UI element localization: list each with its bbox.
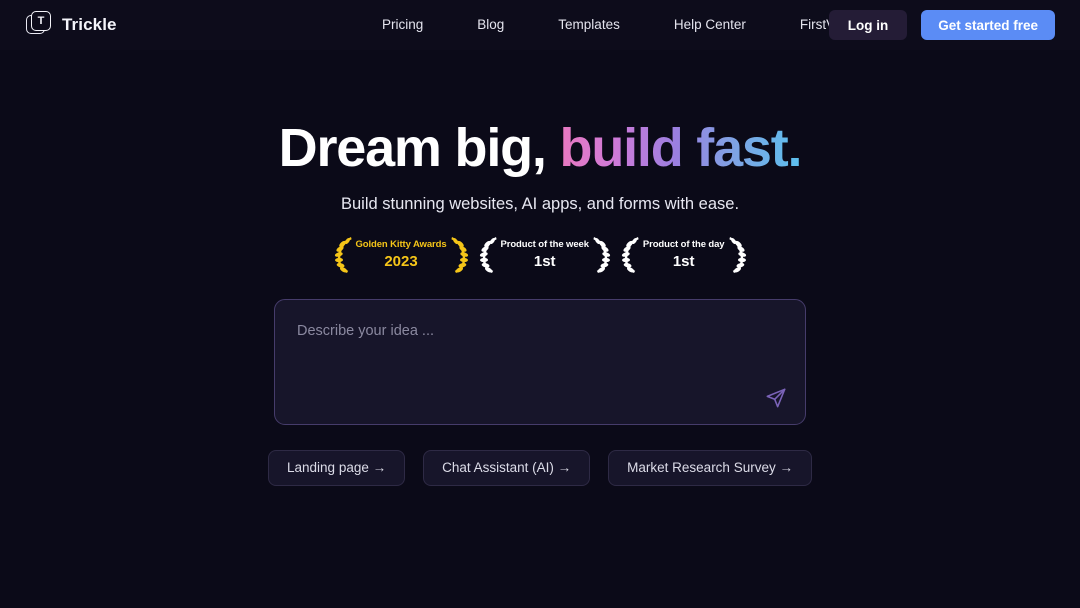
award-rank: 1st (533, 252, 556, 270)
award-badge-text: Product of the week 1st (501, 240, 589, 269)
brand-logo[interactable]: T Trickle (26, 11, 117, 38)
suggestion-chip-market-research[interactable]: Market Research Survey → (608, 449, 812, 486)
idea-input[interactable] (297, 322, 757, 383)
primary-nav: Pricing Blog Templates Help Center First… (355, 0, 898, 50)
laurel-right-icon (593, 236, 610, 273)
award-rank: 2023 (384, 252, 418, 270)
laurel-right-icon (728, 236, 746, 273)
logo-letter: T (37, 14, 45, 27)
nav-item-pricing[interactable]: Pricing (355, 0, 450, 50)
laurel-left-icon (334, 236, 352, 273)
award-title: Product of the day (642, 239, 725, 251)
laurel-right-icon (450, 236, 468, 273)
auth-actions: Log in Get started free (828, 10, 1055, 40)
page-title: Dream big, build fast. (0, 120, 1080, 177)
laurel-left-icon (621, 236, 639, 273)
trickle-logo-icon: T (26, 11, 53, 38)
suggestion-chips: Landing page → Chat Assistant (AI) → Mar… (0, 449, 1080, 486)
award-badge-golden-kitty: Golden Kitty Awards 2023 (333, 233, 470, 277)
laurel-left-icon (479, 236, 497, 273)
award-badge-text: Product of the day 1st (643, 240, 725, 269)
nav-item-help-center[interactable]: Help Center (647, 0, 773, 50)
suggestion-chip-chat-assistant[interactable]: Chat Assistant (AI) → (423, 449, 591, 486)
headline-plain: Dream big, (278, 118, 560, 178)
award-rank: 1st (672, 252, 695, 270)
suggestion-chip-landing-page[interactable]: Landing page → (268, 449, 406, 486)
headline-gradient: build fast. (559, 118, 803, 178)
prompt-box[interactable] (274, 298, 806, 425)
nav-item-blog[interactable]: Blog (450, 0, 531, 50)
award-badge-product-of-the-day: Product of the day 1st (620, 233, 748, 277)
hero-section: Dream big, build fast. Build stunning we… (0, 50, 1080, 486)
prompt-section (0, 298, 1080, 425)
award-title: Golden Kitty Awards (355, 239, 447, 251)
nav-item-templates[interactable]: Templates (531, 0, 647, 50)
signup-button[interactable]: Get started free (921, 10, 1055, 40)
send-paper-plane-icon (766, 388, 786, 408)
site-header: T Trickle Pricing Blog Templates Help Ce… (0, 0, 1080, 50)
login-button[interactable]: Log in (828, 10, 908, 40)
brand-name: Trickle (62, 14, 117, 34)
award-badge-text: Golden Kitty Awards 2023 (356, 240, 447, 269)
send-button[interactable] (763, 385, 789, 411)
award-badge-product-of-the-week: Product of the week 1st (478, 233, 612, 277)
award-title: Product of the week (500, 239, 589, 251)
logo-square-front: T (31, 11, 51, 31)
award-badges: Golden Kitty Awards 2023 Product of the … (0, 233, 1080, 277)
hero-subtitle: Build stunning websites, AI apps, and fo… (340, 194, 740, 213)
